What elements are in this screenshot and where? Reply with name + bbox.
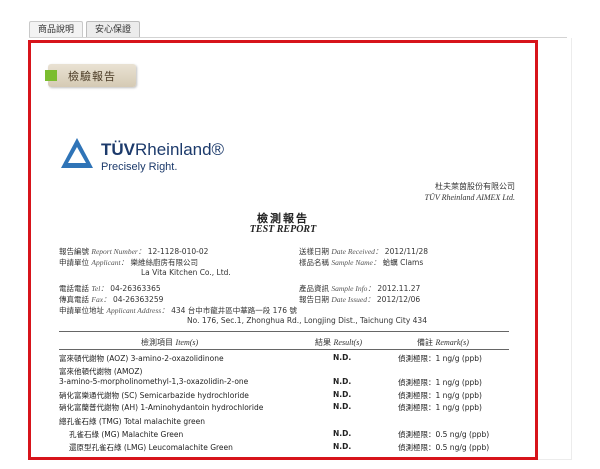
header-result-cn: 結果 — [315, 338, 331, 347]
fax-value: 04-26363259 — [112, 295, 164, 304]
tab-quality-guarantee[interactable]: 安心保證 — [86, 21, 141, 38]
applicant-line: 申請單位 Applicant： 樂維絲廚房有限公司 — [59, 257, 198, 268]
address-cn-value: 434 台中市龍井區中華路一段 176 號 — [171, 306, 297, 315]
address-label-en: Applicant Address： — [106, 306, 169, 315]
badge-label: 檢驗報告 — [68, 70, 116, 83]
table-row-item: 硝化富蘭普代謝物 (AH) 1-Aminohydantoin hydrochlo… — [59, 403, 264, 412]
table-row-item: 硝化富樂通代謝物 (SC) Semicarbazide hydrochlorid… — [59, 391, 249, 400]
brand-name: TÜVRheinland® — [101, 140, 224, 160]
ribbon-icon — [45, 70, 57, 81]
header-item: 檢測項目 Item(s) — [141, 337, 198, 348]
tab-product-description[interactable]: 商品說明 — [29, 21, 84, 38]
report-number-label-en: Report Number： — [91, 247, 146, 256]
fax-label: 傳真電話 — [59, 295, 89, 304]
table-row-result: N.D. — [333, 377, 352, 386]
header-item-en: Item(s) — [175, 338, 199, 347]
header-remark: 備註 Remark(s) — [417, 337, 469, 348]
sample-name-label: 樣品名稱 — [299, 258, 329, 267]
table-row-remark: 偵測極限：1 ng/g (ppb) — [398, 354, 482, 363]
applicant-label-en: Applicant： — [91, 258, 129, 267]
report-number-line: 報告編號 Report Number： 12-1128-010-02 — [59, 246, 208, 257]
table-row-item: 孔雀石綠 (MG) Malachite Green — [69, 430, 184, 439]
table-row-item: 富來頓代謝物 (AOZ) 3-amino-2-oxazolidinone — [59, 354, 224, 363]
date-received-value: 2012/11/28 — [384, 247, 429, 256]
header-remark-cn: 備註 — [417, 338, 433, 347]
tel-line: 電話電話 Tel： 04-26363365 — [59, 283, 161, 294]
sample-info-line: 產品資訊 Sample Info： 2012.11.27 — [299, 283, 420, 294]
table-row-item: 富來他頓代謝物 (AMOZ) — [59, 367, 143, 376]
company-name-cn: 杜夫萊茵股份有限公司 — [435, 182, 515, 191]
applicant-en-value: La Vita Kitchen Co., Ltd. — [141, 268, 231, 277]
report-number-label: 報告編號 — [59, 247, 89, 256]
table-header-rule — [59, 349, 509, 350]
header-remark-en: Remark(s) — [435, 338, 469, 347]
sample-info-value: 2012.11.27 — [377, 284, 421, 293]
applicant-cn-value: 樂維絲廚房有限公司 — [130, 258, 198, 267]
tel-value: 04-26363365 — [110, 284, 161, 293]
table-row-item: 3-amino-5-morpholinomethyl-1,3-oxazolidi… — [59, 377, 249, 386]
inspection-report-badge: 檢驗報告 — [45, 64, 136, 87]
date-received-line: 送樣日期 Date Received： 2012/11/28 — [299, 246, 428, 257]
tel-label: 電話電話 — [59, 284, 89, 293]
header-result-en: Result(s) — [333, 338, 362, 347]
table-row-item: 總孔雀石綠 (TMG) Total malachite green — [59, 417, 206, 426]
date-issued-label-en: Date Issued： — [331, 295, 375, 304]
brand-suffix: Rheinland® — [135, 140, 225, 159]
header-result: 結果 Result(s) — [315, 337, 362, 348]
brand-slogan: Precisely Right. — [101, 161, 178, 173]
date-received-label-en: Date Received： — [331, 247, 383, 256]
tab-bar: 商品說明 安心保證 — [29, 21, 141, 38]
sample-info-label-en: Sample Info： — [331, 284, 375, 293]
table-row-result: N.D. — [333, 402, 352, 411]
header-item-cn: 檢測項目 — [141, 338, 173, 347]
table-row-result: N.D. — [333, 390, 352, 399]
table-row-remark: 偵測極限：1 ng/g (ppb) — [398, 403, 482, 412]
table-top-rule — [59, 331, 509, 332]
fax-label-en: Fax： — [91, 295, 111, 304]
tuv-triangle-logo-icon — [61, 138, 93, 168]
date-received-label: 送樣日期 — [299, 247, 329, 256]
sample-name-value: 蛤蠣 Clams — [382, 258, 424, 267]
report-frame: 檢驗報告 TÜVRheinland® Precisely Right. 杜夫萊茵… — [28, 40, 538, 460]
report-number-value: 12-1128-010-02 — [147, 247, 209, 256]
table-row-result: N.D. — [333, 353, 352, 362]
tab-divider — [29, 37, 567, 38]
date-issued-label: 報告日期 — [299, 295, 329, 304]
brand-prefix: TÜV — [101, 140, 135, 159]
sample-info-label: 產品資訊 — [299, 284, 329, 293]
sample-name-label-en: Sample Name： — [331, 258, 381, 267]
address-en-value: No. 176, Sec.1, Zhonghua Rd., Longjing D… — [187, 316, 427, 325]
date-issued-value: 2012/12/06 — [376, 295, 421, 304]
address-line: 申請單位地址 Applicant Address： 434 台中市龍井區中華路一… — [59, 305, 297, 316]
tel-label-en: Tel： — [91, 284, 108, 293]
company-name-en: TÜV Rheinland AIMEX Ltd. — [424, 193, 515, 202]
sample-name-line: 樣品名稱 Sample Name： 蛤蠣 Clams — [299, 257, 423, 268]
applicant-label: 申請單位 — [59, 258, 89, 267]
table-row-remark: 偵測極限：1 ng/g (ppb) — [398, 378, 482, 387]
address-label: 申請單位地址 — [59, 306, 104, 315]
table-row-remark: 偵測極限：1 ng/g (ppb) — [398, 391, 482, 400]
panel-border — [538, 38, 572, 460]
table-row-remark: 偵測極限：0.5 ng/g (ppb) — [398, 430, 490, 439]
table-row-item: 還原型孔雀石綠 (LMG) Leucomalachite Green — [69, 443, 233, 452]
date-issued-line: 報告日期 Date Issued： 2012/12/06 — [299, 294, 420, 305]
report-title-en: TEST REPORT — [249, 224, 317, 235]
table-row-remark: 偵測極限：0.5 ng/g (ppb) — [398, 443, 490, 452]
fax-line: 傳真電話 Fax： 04-26363259 — [59, 294, 163, 305]
table-row-result: N.D. — [333, 442, 352, 451]
table-row-result: N.D. — [333, 429, 352, 438]
